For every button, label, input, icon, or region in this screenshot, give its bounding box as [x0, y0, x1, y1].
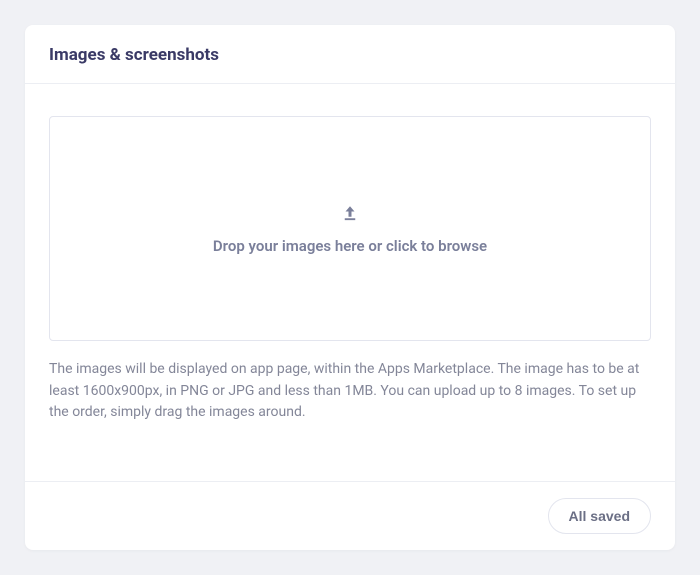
save-status-button[interactable]: All saved	[548, 498, 651, 534]
card-footer: All saved	[25, 481, 675, 550]
card-header: Images & screenshots	[25, 25, 675, 84]
images-screenshots-card: Images & screenshots Drop your images he…	[25, 25, 675, 550]
help-text: The images will be displayed on app page…	[49, 359, 651, 424]
image-dropzone[interactable]: Drop your images here or click to browse	[49, 116, 651, 341]
upload-icon	[340, 203, 360, 223]
dropzone-text: Drop your images here or click to browse	[213, 237, 487, 255]
card-title: Images & screenshots	[49, 45, 651, 65]
card-body: Drop your images here or click to browse…	[25, 84, 675, 481]
